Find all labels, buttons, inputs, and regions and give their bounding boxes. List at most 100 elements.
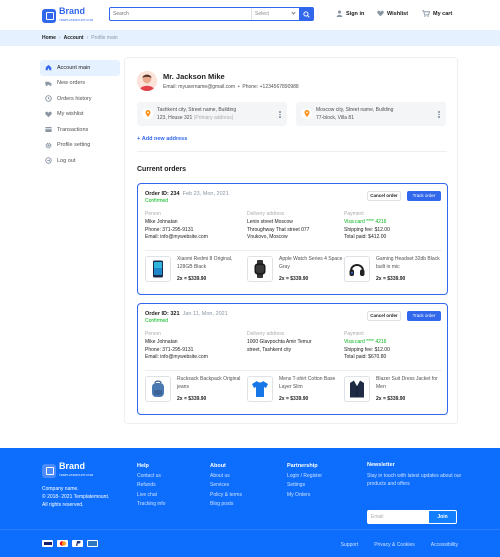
breadcrumb-account[interactable]: Account (64, 35, 84, 41)
newsletter-email-input[interactable]: Email (367, 510, 429, 524)
sidebar-item-profile-setting[interactable]: Profile setting (40, 138, 120, 154)
breadcrumb-home[interactable]: Home (42, 35, 56, 41)
order-item[interactable]: Xiaomi Redmi 8 Original, 128GB Black 2x … (145, 256, 235, 288)
footer-link[interactable]: Blog posts (210, 500, 242, 510)
copyright-text: © 2018- 2021 Templatemount. (42, 494, 110, 500)
sidebar-item-label: Log out (57, 157, 76, 164)
item-name: Mens T-shirt Cotton Base Layer Slim (279, 376, 336, 390)
headset-icon (344, 256, 370, 282)
more-options-icon[interactable] (279, 111, 281, 118)
account-sidebar: Account main New orders Orders history M… (40, 60, 120, 169)
person-name: Mike Johnatan (145, 338, 178, 345)
breadcrumb-bar: Home › Account › Profile main (0, 30, 500, 46)
payment-card: Visa card **** 4216 (344, 218, 387, 225)
sign-in-link[interactable]: Sign in (336, 10, 364, 17)
sidebar-item-label: Profile setting (57, 142, 91, 149)
order-item[interactable]: Blazer Suit Dress Jacket for Men 2x = $3… (344, 376, 438, 408)
footer-link[interactable]: Services (210, 481, 242, 491)
footer-logo[interactable]: Brand TEMPLATEMOUNT.COM (42, 462, 93, 480)
payment-title: Payment (344, 331, 364, 337)
footer-link[interactable]: Policy & terms (210, 491, 242, 501)
sidebar-item-label: Transactions (57, 126, 89, 133)
order-date: Feb 23, Mon, 2021 (182, 191, 229, 197)
logo-icon (42, 464, 56, 478)
track-order-button[interactable]: Track order (407, 311, 441, 321)
join-button[interactable]: Join (429, 510, 457, 524)
total-paid: Total paid: $670.80 (344, 354, 387, 361)
brand-tagline: TEMPLATEMOUNT.COM (59, 18, 94, 22)
footer-link[interactable]: Live chat (137, 491, 165, 501)
more-options-icon[interactable] (438, 111, 440, 118)
payment-card: Visa card **** 4216 (344, 338, 387, 345)
account-main-panel: Mr. Jackson Mike Email: myusername@gmail… (124, 57, 458, 424)
footer-link[interactable]: My Orders (287, 491, 322, 501)
order-item[interactable]: Gaming Headset 32db Black built in mic 2… (344, 256, 440, 288)
divider (137, 151, 447, 152)
item-price: 2x = $339.90 (279, 396, 309, 402)
order-person: Person Mike Johnatan Phone: 371-295-9131… (145, 331, 208, 362)
accessibility-link[interactable]: Accessibility (431, 542, 458, 548)
footer-column-help: Help Contact us Refunds Live chat Tracki… (137, 462, 165, 510)
sidebar-item-log-out[interactable]: Log out (40, 153, 120, 169)
footer-link[interactable]: Login / Register (287, 472, 322, 482)
cancel-order-button[interactable]: Cancel order (367, 311, 401, 321)
footer-link[interactable]: Contact us (137, 472, 165, 482)
privacy-link[interactable]: Privacy & Cookies (374, 542, 415, 548)
person-title: Person (145, 211, 161, 217)
add-address-link[interactable]: + Add new address (137, 136, 187, 142)
order-item[interactable]: Mens T-shirt Cotton Base Layer Slim 2x =… (247, 376, 337, 408)
newsletter: Newsletter Stay in touch with latest upd… (367, 462, 462, 524)
brand-name: Brand (59, 461, 86, 471)
footer-column-title: About (210, 463, 226, 469)
sidebar-item-transactions[interactable]: Transactions (40, 122, 120, 138)
person-email: Email: info@mywebsite.com (145, 234, 208, 241)
company-name: Company name. (42, 486, 79, 492)
delivery-title: Delivery address (247, 331, 285, 337)
footer-link[interactable]: Refunds (137, 481, 165, 491)
address-card-primary[interactable]: Tashkent city, Street name, Building 123… (137, 102, 287, 126)
track-order-button[interactable]: Track order (407, 191, 441, 201)
footer-column-title: Help (137, 463, 149, 469)
order-payment: Payment Visa card **** 4216 Shipping fee… (344, 211, 390, 242)
paypal-icon (72, 540, 83, 547)
wishlist-link[interactable]: Wishlist (377, 10, 408, 17)
avatar-person-icon (137, 71, 157, 91)
brand-name: Brand (59, 6, 86, 16)
search-button[interactable] (299, 7, 313, 21)
order-delivery: Delivery address 1000 Glavpochta Amir Te… (247, 331, 311, 354)
email-label: Email: (163, 84, 177, 90)
order-payment: Payment Visa card **** 4216 Shipping fee… (344, 331, 390, 362)
sidebar-item-label: My wishlist (57, 111, 84, 118)
sidebar-item-my-wishlist[interactable]: My wishlist (40, 107, 120, 123)
brand-logo[interactable]: Brand TEMPLATEMOUNT.COM (42, 7, 93, 25)
cart-link[interactable]: My cart (422, 10, 452, 17)
avatar (137, 71, 157, 91)
order-item[interactable]: Rucksack Backpack Original jeans 2x = $3… (145, 376, 240, 408)
order-person: Person Mike Johnatan Phone: 371-295-9131… (145, 211, 208, 242)
delivery-title: Delivery address (247, 211, 285, 217)
footer-column-partnership: Partnership Login / Register Settings My… (287, 462, 322, 500)
support-link[interactable]: Support (341, 542, 359, 548)
order-id: Order ID: 234 Feb 23, Mon, 2021 (145, 191, 229, 197)
address-card-secondary[interactable]: Moscow city, Street name, Building 77-bl… (296, 102, 446, 126)
sidebar-item-label: Account main (57, 64, 91, 71)
item-name: Xiaomi Redmi 8 Original, 128GB Black (177, 256, 233, 270)
sidebar-item-orders-history[interactable]: Orders history (40, 91, 120, 107)
home-icon (45, 65, 52, 71)
sidebar-item-account-main[interactable]: Account main (40, 60, 120, 76)
search-bar: Select (109, 7, 314, 21)
cancel-order-button[interactable]: Cancel order (367, 191, 401, 201)
footer-link[interactable]: About us (210, 472, 242, 482)
location-pin-icon (301, 108, 312, 119)
footer-link[interactable]: Tracking info (137, 500, 165, 510)
footer-link[interactable]: Settings (287, 481, 322, 491)
search-input[interactable] (110, 8, 251, 20)
profile-contact: Email: myusername@gmail.com • Phone: +12… (163, 84, 299, 90)
payment-methods (42, 540, 98, 547)
order-item[interactable]: Apple Watch Series 4 Space Gray 2x = $33… (247, 256, 342, 288)
category-select[interactable]: Select (251, 8, 299, 20)
newsletter-description: Stay in touch with latest updates about … (367, 473, 462, 487)
address-line1: Tashkent city, Street name, Building (157, 107, 237, 113)
sidebar-item-new-orders[interactable]: New orders (40, 76, 120, 92)
item-name: Rucksack Backpack Original jeans (177, 376, 241, 390)
